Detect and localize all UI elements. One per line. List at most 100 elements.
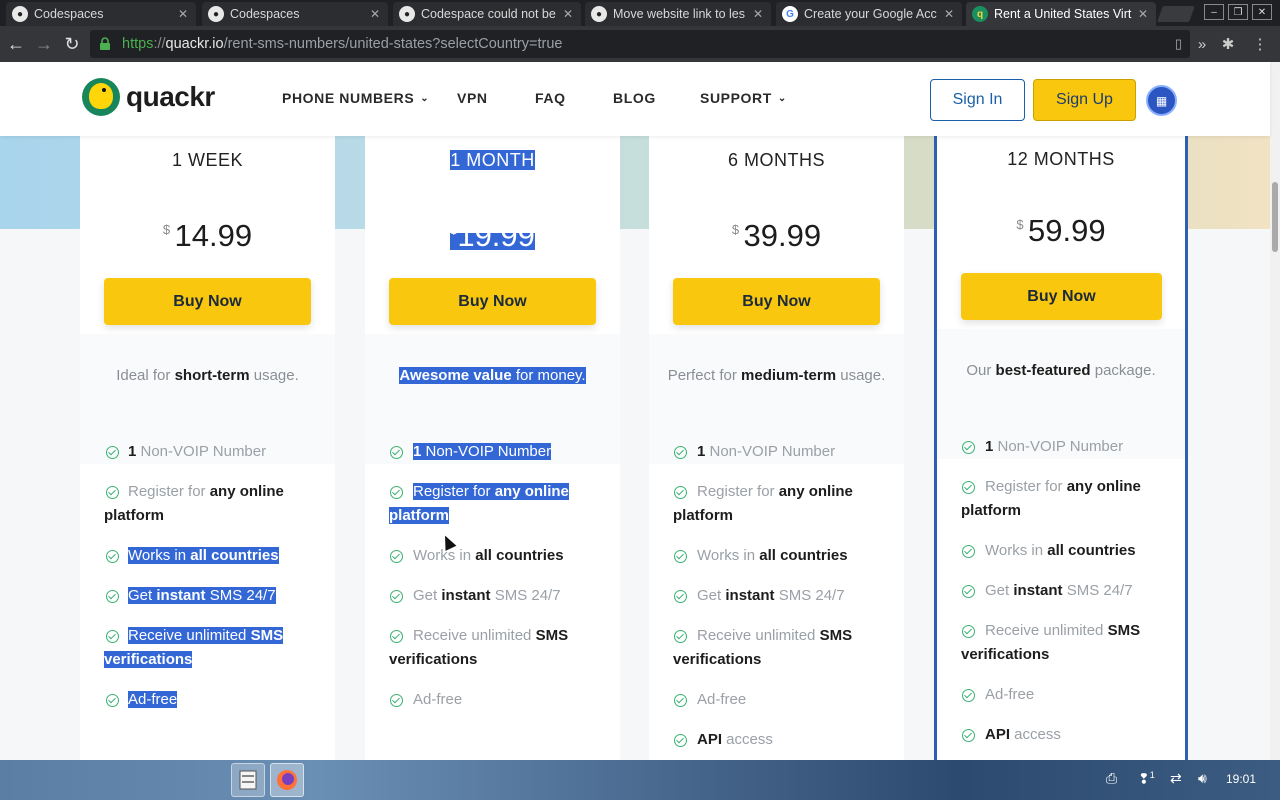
browser-tab[interactable]: G Create your Google Acc ✕ xyxy=(776,2,962,26)
github-icon: ● xyxy=(399,6,415,22)
maximize-icon[interactable]: ❐ xyxy=(1228,4,1248,20)
nav-phone-numbers[interactable]: PHONE NUMBERS ⌄ xyxy=(282,90,429,106)
reload-icon[interactable]: ↻ xyxy=(60,32,84,56)
nav-support[interactable]: SUPPORT ⌄ xyxy=(700,90,787,106)
buy-now-button[interactable]: Buy Now xyxy=(961,273,1162,320)
file-manager-icon[interactable] xyxy=(231,763,265,797)
plan-duration: 1 WEEK xyxy=(171,150,244,170)
forward-arrow-icon[interactable]: → xyxy=(32,32,56,56)
close-icon[interactable]: ✕ xyxy=(563,7,575,21)
tab-title: Rent a United States Virt xyxy=(994,7,1132,21)
browser-tab[interactable]: ● Codespaces ✕ xyxy=(202,2,388,26)
check-circle-icon xyxy=(962,585,975,598)
web-page: quackr PHONE NUMBERS ⌄ VPN FAQ BLOG SUPP… xyxy=(0,62,1280,760)
nav-faq[interactable]: FAQ xyxy=(535,90,566,106)
plan-card-1-week: 1 WEEK $ 14.99 Buy Now Ideal for short-t… xyxy=(80,136,335,760)
browser-tab-active[interactable]: q Rent a United States Virt ✕ xyxy=(966,2,1156,26)
tab-title: Codespaces xyxy=(34,7,104,21)
buy-now-button[interactable]: Buy Now xyxy=(104,278,311,325)
plan-price: $ 59.99 xyxy=(937,213,1185,249)
currency-symbol: $ xyxy=(450,222,458,237)
url-path: /rent-sms-numbers/united-states?selectCo… xyxy=(223,36,563,52)
feature-item: API access xyxy=(697,731,773,748)
close-window-icon[interactable]: ✕ xyxy=(1252,4,1272,20)
feature-item: Ad-free xyxy=(697,691,747,708)
scrollbar-thumb[interactable] xyxy=(1272,182,1278,252)
chevron-down-icon: ⌄ xyxy=(420,92,430,104)
check-circle-icon xyxy=(106,590,119,603)
feature-item: 1 Non-VOIP Number xyxy=(128,443,267,460)
feature-item: Register for any online platform xyxy=(961,478,1141,519)
plan-tagline: Ideal for short-term usage. xyxy=(116,367,299,384)
check-circle-icon xyxy=(390,446,403,459)
new-tab-button[interactable] xyxy=(1157,6,1195,22)
feature-item: Get instant SMS 24/7 xyxy=(128,587,276,604)
plan-price: $ 39.99 xyxy=(649,218,904,254)
close-icon[interactable]: ✕ xyxy=(178,7,190,21)
sign-up-button[interactable]: Sign Up xyxy=(1033,79,1136,121)
browser-tab[interactable]: ● Codespaces ✕ xyxy=(6,2,196,26)
plan-tagline: Our best-featured package. xyxy=(966,362,1156,379)
browser-tab-strip: ● Codespaces ✕ ● Codespaces ✕ ● Codespac… xyxy=(0,0,1280,26)
network-icon[interactable]: ⇄ xyxy=(1170,770,1182,787)
github-icon: ● xyxy=(12,6,28,22)
buy-now-button[interactable]: Buy Now xyxy=(389,278,596,325)
page-info-icon[interactable]: ▯ xyxy=(1175,36,1182,52)
notification-icon[interactable]: ❢1 xyxy=(1138,770,1155,788)
menu-kebab-icon[interactable]: ⋮ xyxy=(1250,34,1270,54)
check-circle-icon xyxy=(390,590,403,603)
feature-item: Ad-free xyxy=(413,691,463,708)
feature-item: Receive unlimited SMS verifications xyxy=(389,627,569,668)
close-icon[interactable]: ✕ xyxy=(944,7,956,21)
feature-item: Works in all countries xyxy=(128,547,279,564)
firefox-icon[interactable] xyxy=(270,763,304,797)
taskbar-clock: 19:01 xyxy=(1226,772,1257,786)
site-logo[interactable]: quackr xyxy=(82,78,215,116)
chevron-right-icon[interactable]: » xyxy=(1192,34,1212,54)
extensions-puzzle-icon[interactable]: ✱ xyxy=(1218,34,1238,54)
minimize-icon[interactable]: – xyxy=(1204,4,1224,20)
plan-card-12-months: 12 MONTHS $ 59.99 Buy Now Our best-featu… xyxy=(934,136,1188,760)
price-amount: 14.99 xyxy=(174,218,253,253)
price-amount: 39.99 xyxy=(743,218,822,253)
nav-label: VPN xyxy=(457,90,488,106)
check-circle-icon xyxy=(962,729,975,742)
github-icon: ● xyxy=(591,6,607,22)
close-icon[interactable]: ✕ xyxy=(370,7,382,21)
browser-tab[interactable]: ● Codespace could not be ✕ xyxy=(393,2,581,26)
currency-symbol: $ xyxy=(162,222,171,237)
address-bar[interactable]: https://quackr.io/rent-sms-numbers/unite… xyxy=(90,30,1190,58)
browser-tab[interactable]: ● Move website link to les ✕ xyxy=(585,2,771,26)
tab-title: Create your Google Acc xyxy=(804,7,937,21)
sign-in-button[interactable]: Sign In xyxy=(930,79,1025,121)
feature-item: Ad-free xyxy=(985,686,1035,703)
price-amount: 59.99 xyxy=(1028,213,1106,248)
buy-now-button[interactable]: Buy Now xyxy=(673,278,880,325)
check-circle-icon xyxy=(674,694,687,707)
nav-label: BLOG xyxy=(613,90,656,106)
nav-blog[interactable]: BLOG xyxy=(613,90,656,106)
feature-item: Receive unlimited SMS verifications xyxy=(961,622,1141,663)
nav-vpn[interactable]: VPN xyxy=(457,90,488,106)
nav-label: PHONE NUMBERS xyxy=(282,90,415,106)
url-scheme: https xyxy=(122,36,154,52)
plan-price: $ 14.99 xyxy=(80,218,335,254)
logo-text: quackr xyxy=(126,81,215,112)
printer-icon[interactable]: ⎙ xyxy=(1106,770,1117,787)
volume-icon[interactable]: 🔊︎ xyxy=(1198,770,1207,787)
feature-item: Register for any online platform xyxy=(104,483,284,524)
tray-badge: 1 xyxy=(1149,770,1155,780)
feature-item: Works in all countries xyxy=(697,547,848,564)
page-scrollbar[interactable] xyxy=(1270,62,1280,760)
plan-tagline: Perfect for medium-term usage. xyxy=(667,367,886,384)
back-arrow-icon[interactable]: ← xyxy=(4,32,28,56)
country-flag-icon[interactable]: ▦ xyxy=(1146,85,1177,116)
feature-item: 1 Non-VOIP Number xyxy=(985,438,1124,455)
feature-item: Register for any online platform xyxy=(389,483,569,524)
currency-symbol: $ xyxy=(1016,217,1024,232)
close-icon[interactable]: ✕ xyxy=(1138,7,1150,21)
google-icon: G xyxy=(782,6,798,22)
check-circle-icon xyxy=(962,545,975,558)
url-separator: :// xyxy=(153,36,166,52)
close-icon[interactable]: ✕ xyxy=(753,7,765,21)
